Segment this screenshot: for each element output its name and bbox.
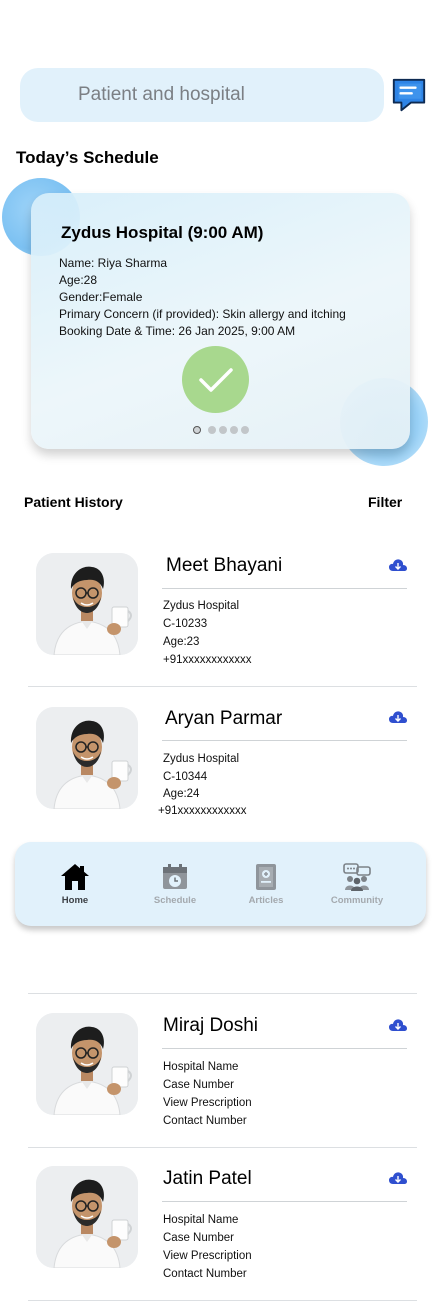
patient-age: Age:23	[163, 636, 200, 648]
check-icon	[198, 367, 233, 392]
avatar-photo	[36, 553, 138, 655]
search-placeholder: Patient and hospital	[78, 84, 245, 105]
patient-prescription[interactable]: View Prescription	[163, 1097, 252, 1109]
avatar-photo	[36, 707, 138, 809]
patient-card[interactable]: Meet Bhayani Zydus Hospital C-10233 Age:…	[28, 540, 417, 690]
patient-contact: +91xxxxxxxxxxxx	[158, 805, 247, 817]
schedule-patient-age: Age:28	[59, 273, 98, 287]
nav-schedule[interactable]: Schedule	[135, 862, 215, 906]
schedule-patient-gender: Gender:Female	[59, 290, 143, 304]
cloud-download-icon[interactable]	[389, 1018, 407, 1032]
patient-history-title: Patient History	[24, 494, 123, 510]
patient-contact: +91xxxxxxxxxxxx	[163, 654, 252, 666]
avatar-photo	[36, 1013, 138, 1115]
patient-contact: Contact Number	[163, 1268, 247, 1280]
nav-label: Home	[61, 895, 89, 906]
schedule-booking: Booking Date & Time: 26 Jan 2025, 9:00 A…	[59, 324, 296, 338]
divider	[162, 1048, 407, 1049]
today-schedule-title: Today’s Schedule	[16, 148, 159, 167]
divider	[162, 740, 407, 741]
divider	[162, 588, 407, 589]
nav-label: Articles	[248, 895, 284, 906]
schedule-card[interactable]: Zydus Hospital (9:00 AM) Name: Riya Shar…	[31, 193, 410, 449]
patient-hospital: Zydus Hospital	[163, 753, 240, 765]
patient-name: Miraj Doshi	[163, 1015, 259, 1036]
cloud-download-icon[interactable]	[389, 710, 407, 724]
patient-name: Meet Bhayani	[166, 555, 283, 576]
patient-case: Case Number	[163, 1232, 234, 1244]
patient-age: Age:24	[163, 788, 200, 800]
avatar-photo	[36, 1166, 138, 1268]
filter-button[interactable]: Filter	[368, 494, 402, 510]
patient-card[interactable]: Aryan Parmar Zydus Hospital C-10344 Age:…	[28, 694, 417, 844]
confirm-button[interactable]	[182, 346, 249, 413]
carousel-dot[interactable]	[241, 426, 249, 434]
chat-icon[interactable]	[390, 76, 428, 114]
cloud-download-icon[interactable]	[389, 1171, 407, 1185]
carousel-dots[interactable]	[193, 426, 249, 434]
patient-case: Case Number	[163, 1079, 234, 1091]
nav-label: Schedule	[153, 895, 197, 906]
patient-case: C-10233	[163, 618, 208, 630]
schedule-hospital: Zydus Hospital (9:00 AM)	[61, 223, 264, 242]
schedule-concern: Primary Concern (if provided): Skin alle…	[59, 307, 346, 321]
nav-community[interactable]: Community	[317, 862, 397, 906]
community-icon	[343, 863, 371, 891]
article-icon	[256, 864, 276, 890]
avatar	[36, 1166, 138, 1268]
search-input[interactable]: Patient and hospital	[20, 68, 384, 122]
divider	[28, 686, 417, 687]
nav-home[interactable]: Home	[35, 862, 115, 906]
patient-card[interactable]: Miraj Doshi Hospital Name Case Number Vi…	[28, 1000, 417, 1150]
home-icon	[61, 864, 89, 890]
divider	[28, 1147, 417, 1148]
patient-hospital: Hospital Name	[163, 1061, 239, 1073]
schedule-patient-name: Name: Riya Sharma	[59, 256, 168, 270]
patient-case: C-10344	[163, 771, 208, 783]
nav-label: Community	[330, 895, 384, 906]
patient-hospital: Hospital Name	[163, 1214, 239, 1226]
carousel-dot[interactable]	[230, 426, 238, 434]
calendar-icon	[163, 864, 187, 889]
patient-prescription[interactable]: View Prescription	[163, 1250, 252, 1262]
patient-card[interactable]: Jatin Patel Hospital Name Case Number Vi…	[28, 1153, 417, 1303]
divider	[162, 1201, 407, 1202]
divider	[28, 993, 417, 994]
cloud-download-icon[interactable]	[389, 558, 407, 572]
avatar	[36, 1013, 138, 1115]
patient-hospital: Zydus Hospital	[163, 600, 240, 612]
patient-name: Jatin Patel	[163, 1168, 252, 1189]
carousel-dot[interactable]	[208, 426, 216, 434]
nav-articles[interactable]: Articles	[226, 862, 306, 906]
carousel-dot[interactable]	[219, 426, 227, 434]
divider	[28, 1300, 417, 1301]
carousel-dot[interactable]	[193, 426, 201, 434]
avatar	[36, 553, 138, 655]
bottom-nav: Home Schedule Articles Community	[15, 842, 426, 926]
avatar	[36, 707, 138, 809]
patient-contact: Contact Number	[163, 1115, 247, 1127]
patient-name: Aryan Parmar	[165, 708, 283, 729]
